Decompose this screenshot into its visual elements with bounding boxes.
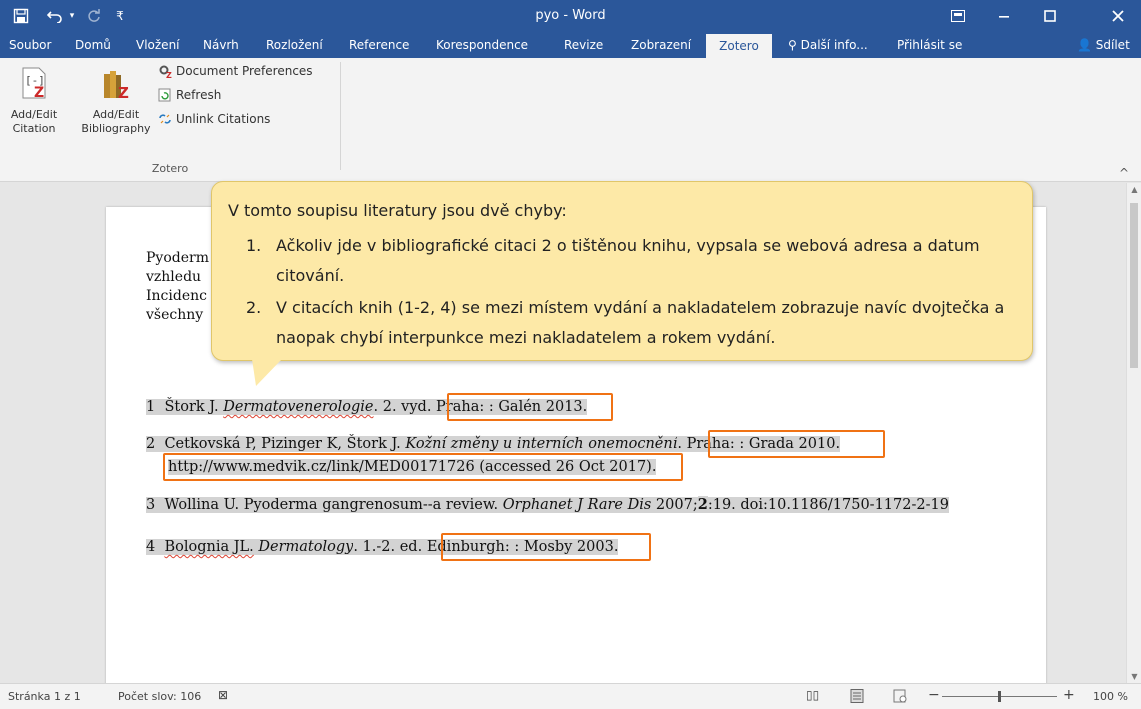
gear-icon: Z	[158, 64, 172, 80]
ribbon-tabs: Soubor Domů Vložení Návrh Rozložení Refe…	[0, 32, 1141, 58]
tab-navrh[interactable]: Návrh	[194, 32, 248, 58]
callout-item-number: 2.	[246, 298, 262, 317]
print-layout-icon[interactable]	[850, 689, 864, 706]
tab-revize[interactable]: Revize	[555, 32, 612, 58]
status-bar: Stránka 1 z 1 Počet slov: 106 ⊠ ▯▯ − + 1…	[0, 683, 1141, 709]
svg-text:Z: Z	[166, 71, 172, 78]
document-preferences-button[interactable]: Z Document Preferences	[158, 64, 313, 80]
ribbon-display-options-icon[interactable]	[935, 0, 981, 32]
callout-item-1: 1. Ačkoliv jde v bibliografické citaci 2…	[246, 231, 1036, 291]
share-button[interactable]: 👤 Sdílet	[1077, 32, 1130, 58]
tab-vlozeni[interactable]: Vložení	[127, 32, 189, 58]
ref-text-a: Wollina U. Pyoderma gangrenosum--a revie…	[164, 497, 503, 513]
sign-in-link[interactable]: Přihlásit se	[897, 32, 962, 58]
ribbon: [-] Z Add/Edit Citation Z Add/Edit Bibli…	[0, 58, 1141, 182]
para-line: vzhledu	[146, 269, 202, 285]
read-mode-icon[interactable]: ▯▯	[806, 688, 819, 702]
ref-volume: 2	[697, 496, 708, 513]
callout-item-text: V citacích knih (1-2, 4) se mezi místem …	[276, 298, 1005, 347]
refresh-icon	[158, 88, 172, 102]
tell-me-box[interactable]: ⚲ Další info...	[788, 32, 868, 58]
bibliography-icon: Z	[99, 66, 133, 102]
annotation-callout: V tomto soupisu literatury jsou dvě chyb…	[211, 181, 1036, 386]
callout-item-number: 1.	[246, 236, 262, 255]
callout-intro: V tomto soupisu literatury jsou dvě chyb…	[228, 201, 567, 220]
document-preferences-label: Document Preferences	[176, 64, 313, 78]
close-icon[interactable]	[1095, 0, 1141, 32]
scroll-up-icon[interactable]: ▲	[1127, 185, 1141, 194]
ref-number: 4	[146, 539, 156, 555]
title-bar: ▾ ₹ pyo - Word	[0, 0, 1141, 32]
ref-title: Kožní změny u interních onemocnění	[405, 436, 678, 452]
tab-domu[interactable]: Domů	[66, 32, 120, 58]
add-edit-citation-label-2: Citation	[12, 122, 56, 135]
citation-icon: [-] Z	[17, 66, 51, 101]
ref-author: Bolognia JL.	[164, 539, 254, 555]
para-line: Pyoderm	[146, 250, 209, 266]
ref-text-c: :19. doi:10.1186/1750-1172-2-19	[707, 497, 949, 513]
tab-korespondence[interactable]: Korespondence	[427, 32, 537, 58]
para-line: Incidenc	[146, 288, 207, 304]
scroll-thumb[interactable]	[1130, 203, 1138, 368]
share-label: Sdílet	[1095, 38, 1130, 52]
maximize-icon[interactable]	[1027, 0, 1073, 32]
callout-item-2: 2. V citacích knih (1-2, 4) se mezi míst…	[246, 293, 1036, 353]
web-layout-icon[interactable]	[893, 689, 907, 706]
zoom-out-button[interactable]: −	[928, 687, 940, 703]
add-edit-citation-label-1: Add/Edit	[10, 108, 58, 121]
collapse-ribbon-icon[interactable]: ^	[1119, 166, 1129, 180]
word-count[interactable]: Počet slov: 106	[118, 690, 201, 703]
ref-author: Štork J.	[164, 399, 219, 415]
refresh-button[interactable]: Refresh	[158, 88, 221, 102]
ref-title: Dermatovenerologie	[223, 399, 374, 415]
add-edit-bibliography-label-2: Bibliography	[81, 122, 151, 135]
ref-number: 3	[146, 497, 156, 513]
zoom-slider-thumb[interactable]	[998, 691, 1001, 702]
tab-rozlozeni[interactable]: Rozložení	[257, 32, 332, 58]
ribbon-group-label: Zotero	[151, 162, 189, 175]
tell-me-label: Další info...	[800, 38, 868, 52]
ref-rest: . 1.-2. ed.	[353, 539, 423, 555]
ref-number: 2	[146, 436, 156, 452]
error-highlight-box	[447, 393, 613, 421]
ribbon-group-separator	[340, 62, 341, 170]
error-highlight-box	[163, 453, 683, 481]
body-paragraph: Pyoderm vzhledu Incidenc všechny	[146, 249, 216, 325]
add-edit-bibliography-button[interactable]: Z Add/Edit Bibliography	[74, 64, 158, 136]
unlink-icon	[158, 112, 172, 126]
ref-number: 1	[146, 399, 156, 415]
para-line: všechny	[146, 307, 204, 323]
ref-text-b: 2007;	[651, 497, 698, 513]
tab-soubor[interactable]: Soubor	[0, 32, 60, 58]
unlink-citations-label: Unlink Citations	[176, 112, 271, 126]
ref-rest: . 2. vyd.	[373, 399, 432, 415]
tab-zobrazeni[interactable]: Zobrazení	[622, 32, 700, 58]
error-highlight-box	[441, 533, 651, 561]
zoom-in-button[interactable]: +	[1063, 687, 1075, 703]
page-count[interactable]: Stránka 1 z 1	[8, 690, 81, 703]
ref-journal: Orphanet J Rare Dis	[502, 497, 652, 513]
callout-item-text: Ačkoliv jde v bibliografické citaci 2 o …	[276, 236, 980, 285]
scroll-down-icon[interactable]: ▼	[1127, 672, 1141, 681]
callout-tail	[252, 359, 282, 386]
ref-title: Dermatology	[258, 539, 354, 555]
vertical-scrollbar[interactable]: ▲ ▼	[1126, 183, 1141, 683]
add-edit-citation-button[interactable]: [-] Z Add/Edit Citation	[4, 64, 64, 136]
svg-text:Z: Z	[118, 84, 129, 100]
proofing-icon[interactable]: ⊠	[218, 688, 228, 702]
svg-text:Z: Z	[34, 85, 44, 100]
share-person-icon: 👤	[1077, 38, 1092, 52]
ref-author: Cetkovská P, Pizinger K, Štork J.	[164, 436, 401, 452]
tab-zotero[interactable]: Zotero	[706, 34, 772, 58]
zoom-level[interactable]: 100 %	[1093, 690, 1128, 703]
error-highlight-box	[708, 430, 885, 458]
unlink-citations-button[interactable]: Unlink Citations	[158, 112, 270, 126]
reference-3: 3 Wollina U. Pyoderma gangrenosum--a rev…	[146, 494, 949, 516]
lightbulb-icon: ⚲	[788, 38, 797, 52]
minimize-icon[interactable]	[981, 0, 1027, 32]
tab-reference[interactable]: Reference	[340, 32, 418, 58]
add-edit-bibliography-label-1: Add/Edit	[92, 108, 140, 121]
refresh-label: Refresh	[176, 88, 222, 102]
